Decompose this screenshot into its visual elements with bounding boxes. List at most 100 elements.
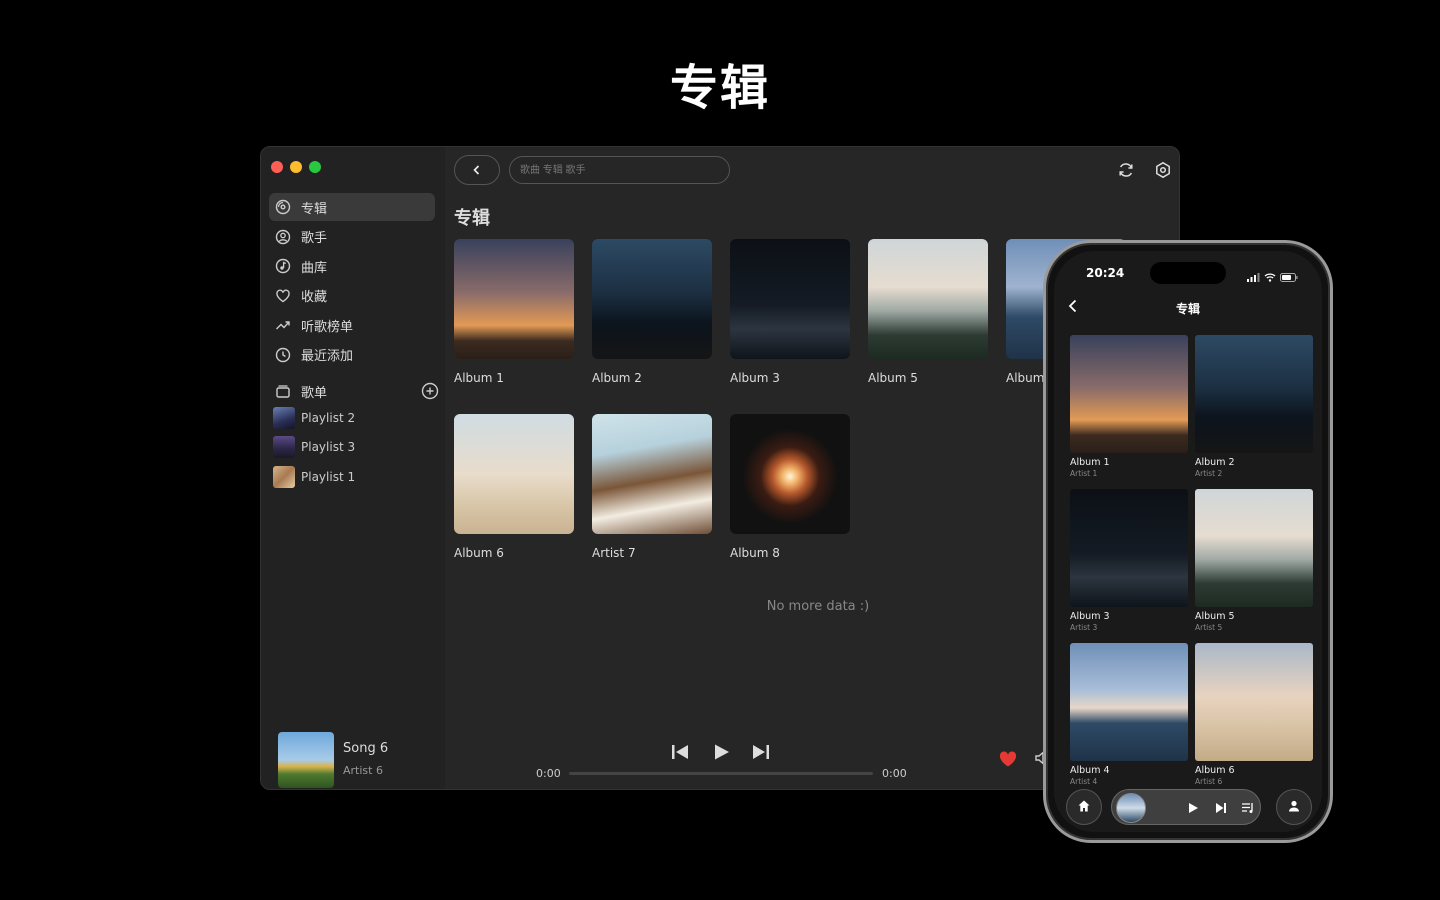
trending-icon <box>275 317 291 333</box>
phone-album-card[interactable]: Album 2 Artist 2 <box>1195 335 1313 478</box>
mini-player-cover <box>1116 793 1146 823</box>
album-artist: Artist 1 <box>1070 469 1098 478</box>
phone-bottom-dock <box>1066 789 1312 827</box>
sidebar-item-label: 歌手 <box>301 231 328 246</box>
album-card[interactable]: Album 6 <box>454 414 574 560</box>
sidebar-item-library[interactable]: 曲库 <box>269 252 435 280</box>
hero-title: 专辑 <box>669 60 770 116</box>
profile-button[interactable] <box>1276 789 1312 825</box>
sidebar-item-artists[interactable]: 歌手 <box>269 223 435 251</box>
sidebar-item-albums[interactable]: 专辑 <box>269 193 435 221</box>
album-artist: Artist 5 <box>1195 623 1223 632</box>
mini-next-icon[interactable] <box>1214 800 1228 814</box>
chevron-left-icon <box>471 161 483 180</box>
album-cover <box>730 414 850 534</box>
playlist-folder-icon <box>275 383 291 399</box>
album-cover <box>1070 643 1188 761</box>
phone-mockup: 20:24 专辑 Album 1 Artist 1 Album 2 Artist… <box>1043 240 1333 843</box>
sidebar-item-recent[interactable]: 最近添加 <box>269 341 435 369</box>
album-icon <box>275 199 291 215</box>
album-title: Album 5 <box>868 371 918 385</box>
playlists-label: 歌单 <box>301 385 328 401</box>
album-title: Album 3 <box>1070 611 1110 622</box>
album-card[interactable]: Album 8 <box>730 414 850 560</box>
top-bar <box>454 155 1174 185</box>
current-time: 0:00 <box>536 767 561 780</box>
status-bar-icons <box>1247 267 1298 286</box>
sync-icon[interactable] <box>1117 161 1135 179</box>
album-artist: Artist 3 <box>1070 623 1098 632</box>
album-title: Album 8 <box>730 546 780 560</box>
album-cover <box>454 239 574 359</box>
music-library-icon <box>275 258 291 274</box>
progress-bar[interactable] <box>569 772 873 775</box>
section-title: 专辑 <box>454 208 490 229</box>
battery-icon <box>1280 267 1298 286</box>
album-title: Album 2 <box>1195 457 1235 468</box>
settings-icon[interactable] <box>1154 161 1172 179</box>
sidebar-nav: 专辑 歌手 曲库 收藏 听歌榜单 最近添加 <box>269 193 435 370</box>
playlist-thumbnail <box>273 407 295 429</box>
wifi-icon <box>1264 267 1276 286</box>
album-cover <box>1070 335 1188 453</box>
playlist-label: Playlist 3 <box>301 440 356 454</box>
playlist-label: Playlist 2 <box>301 411 356 425</box>
album-title: Album 5 <box>1195 611 1235 622</box>
sidebar-item-label: 曲库 <box>301 260 328 276</box>
phone-album-card[interactable]: Album 4 Artist 4 <box>1070 643 1188 786</box>
album-title: Album 1 <box>454 371 504 385</box>
dynamic-island <box>1150 262 1226 284</box>
playlists-header: 歌单 <box>269 379 439 403</box>
previous-track-icon[interactable] <box>669 741 691 763</box>
play-icon[interactable] <box>710 741 732 763</box>
phone-album-card[interactable]: Album 6 Artist 6 <box>1195 643 1313 786</box>
album-artist: Artist 4 <box>1070 777 1098 786</box>
playlist-thumbnail <box>273 436 295 458</box>
sidebar-playlist-item[interactable]: Playlist 2 <box>273 406 355 430</box>
phone-album-card[interactable]: Album 5 Artist 5 <box>1195 489 1313 632</box>
clock-icon <box>275 347 291 363</box>
sidebar-item-favorites[interactable]: 收藏 <box>269 282 435 310</box>
close-window-button[interactable] <box>271 161 283 173</box>
now-playing-cover[interactable] <box>278 732 334 788</box>
mini-play-icon[interactable] <box>1186 800 1200 814</box>
album-card[interactable]: Album 1 <box>454 239 574 385</box>
home-button[interactable] <box>1066 789 1102 825</box>
playlist-thumbnail <box>273 466 295 488</box>
minimize-window-button[interactable] <box>290 161 302 173</box>
zoom-window-button[interactable] <box>309 161 321 173</box>
album-title: Album 1 <box>1070 457 1110 468</box>
album-cover <box>1195 335 1313 453</box>
status-bar-time: 20:24 <box>1086 266 1125 280</box>
sidebar-playlist-item[interactable]: Playlist 1 <box>273 465 355 489</box>
phone-page-title: 专辑 <box>1175 302 1200 316</box>
search-input[interactable] <box>509 156 730 184</box>
album-title: Album 2 <box>592 371 642 385</box>
back-button[interactable] <box>454 155 500 185</box>
sidebar-playlist-item[interactable]: Playlist 3 <box>273 435 355 459</box>
album-artist: Artist 6 <box>1195 777 1223 786</box>
sidebar: 专辑 歌手 曲库 收藏 听歌榜单 最近添加 歌单 Playlist 2 Play… <box>261 147 445 789</box>
window-controls <box>271 161 321 173</box>
album-card[interactable]: Album 3 <box>730 239 850 385</box>
phone-screen: 20:24 专辑 Album 1 Artist 1 Album 2 Artist… <box>1054 251 1322 832</box>
add-playlist-icon[interactable] <box>421 382 439 400</box>
next-track-icon[interactable] <box>750 741 772 763</box>
heart-icon <box>275 288 291 304</box>
album-title: Artist 7 <box>592 546 636 560</box>
phone-album-card[interactable]: Album 1 Artist 1 <box>1070 335 1188 478</box>
favorite-heart-icon[interactable] <box>998 749 1018 769</box>
album-cover <box>592 239 712 359</box>
album-title: Album 6 <box>1195 765 1235 776</box>
phone-album-card[interactable]: Album 3 Artist 3 <box>1070 489 1188 632</box>
album-card[interactable]: Album 2 <box>592 239 712 385</box>
sidebar-item-label: 听歌榜单 <box>301 319 354 335</box>
user-icon <box>1287 798 1301 817</box>
mini-player[interactable] <box>1111 789 1261 825</box>
sidebar-item-charts[interactable]: 听歌榜单 <box>269 311 435 339</box>
queue-icon[interactable] <box>1241 800 1255 814</box>
album-card[interactable]: Album 5 <box>868 239 988 385</box>
album-cover <box>1195 489 1313 607</box>
album-card[interactable]: Artist 7 <box>592 414 712 560</box>
album-artist: Artist 2 <box>1195 469 1223 478</box>
